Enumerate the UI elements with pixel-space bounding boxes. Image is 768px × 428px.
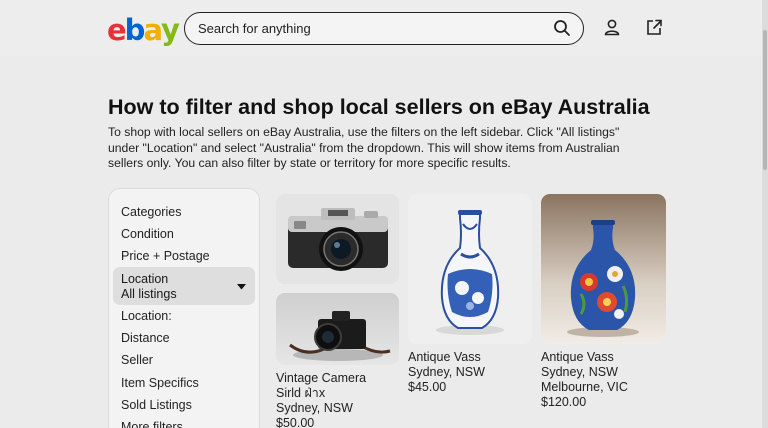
logo-letter-e: e — [107, 13, 127, 47]
listing-location: Melbourne, VIC — [541, 380, 628, 394]
search-icon[interactable] — [553, 19, 571, 37]
sidebar-item-more-filters[interactable]: More filters — [121, 420, 183, 428]
listing-price: $50.00 — [276, 416, 315, 428]
article-description: To shop with local sellers on eBay Austr… — [108, 125, 628, 172]
listing-title[interactable]: Antique Vass — [408, 350, 485, 365]
sidebar-item-price-postage[interactable]: Price + Postage — [121, 249, 210, 263]
blue-white-vase-image — [436, 210, 504, 335]
location-dropdown-value: All listings — [121, 287, 177, 301]
sidebar-item-item-specifics[interactable]: Item Specifics — [121, 376, 199, 390]
listing-details-floral-vase: Antique Vass Sydney, NSW Melbourne, VIC … — [541, 350, 628, 410]
sidebar-item-location[interactable]: Location: — [121, 309, 172, 323]
description-line: sellers only. You can also filter by sta… — [108, 156, 511, 170]
listing-title[interactable]: Vintage Camera — [276, 371, 366, 386]
listing-image-floral-vase[interactable] — [541, 194, 666, 344]
user-icon[interactable] — [603, 18, 621, 36]
listing-details-blue-vase: Antique Vass Sydney, NSW $45.00 — [408, 350, 485, 395]
search-input[interactable]: Search for anything — [198, 21, 311, 36]
listing-price: $120.00 — [541, 395, 587, 409]
listing-location: Sydney, NSW — [276, 401, 353, 415]
sidebar-item-condition[interactable]: Condition — [121, 227, 174, 241]
description-line: under "Location" and select "Australia" … — [108, 140, 620, 155]
location-dropdown[interactable]: Location All listings — [113, 267, 255, 305]
listing-location: Sydney, NSW — [408, 365, 485, 379]
listing-details-vintage-camera: Vintage Camera Sirld ฝ่าx Sydney, NSW $5… — [276, 371, 366, 428]
search-bar[interactable]: Search for anything — [184, 12, 584, 45]
sidebar-item-distance[interactable]: Distance — [121, 331, 170, 345]
listing-title[interactable]: Antique Vass — [541, 350, 628, 365]
sidebar-item-sold-listings[interactable]: Sold Listings — [121, 398, 192, 412]
scrollbar[interactable] — [762, 0, 768, 428]
painted-floral-vase-image — [567, 220, 639, 337]
ebay-logo[interactable]: ebay — [107, 13, 180, 47]
listing-location: Sydney, NSW — [541, 365, 618, 379]
listing-price: $45.00 — [408, 380, 447, 394]
description-line: To shop with local sellers on eBay Austr… — [108, 125, 620, 139]
listing-subtitle: Sirld ฝ่าx — [276, 386, 326, 400]
sidebar-item-seller[interactable]: Seller — [121, 353, 153, 367]
scrollbar-thumb[interactable] — [763, 30, 767, 170]
filter-sidebar: Categories Condition Price + Postage Loc… — [108, 188, 260, 428]
listing-image-blue-vase[interactable] — [408, 194, 532, 344]
camera-image — [288, 208, 388, 271]
caret-down-icon — [237, 284, 246, 290]
sidebar-item-categories[interactable]: Categories — [121, 205, 181, 219]
logo-letter-y: y — [161, 13, 180, 47]
logo-letter-a: a — [143, 13, 163, 47]
logo-letter-b: b — [124, 13, 146, 47]
location-dropdown-label: Location — [121, 272, 169, 286]
share-icon[interactable] — [645, 18, 663, 36]
listing-image-vintage-camera[interactable] — [276, 293, 399, 365]
vintage-camera-image — [289, 311, 391, 361]
site-header: ebay Search for anything — [0, 0, 768, 56]
page-title: How to filter and shop local sellers on … — [108, 95, 650, 119]
listing-image-silver-camera[interactable] — [276, 194, 399, 284]
